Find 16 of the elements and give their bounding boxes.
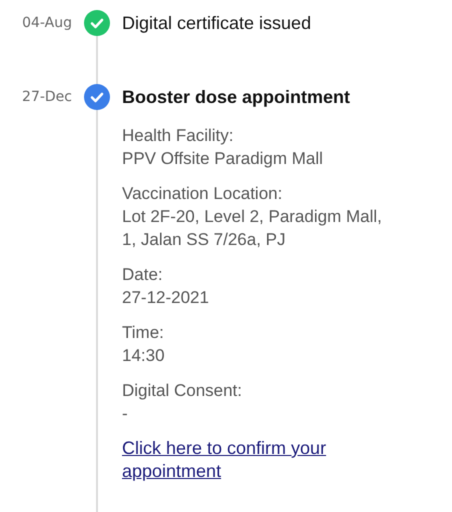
event-date: 27-Dec xyxy=(21,89,72,105)
field-label: Date: xyxy=(122,264,164,286)
field-value: - xyxy=(122,403,129,425)
confirm-appointment-link[interactable]: Click here to confirm your appointment xyxy=(122,437,362,483)
event-date: 04-Aug xyxy=(21,15,72,31)
field-value: PPV Offsite Paradigm Mall xyxy=(122,148,324,170)
field-value: 1, Jalan SS 7/26a, PJ xyxy=(122,229,286,251)
field-value: 14:30 xyxy=(122,345,166,367)
event-title: Booster dose appointment xyxy=(122,86,352,108)
field-value: 27-12-2021 xyxy=(122,287,210,309)
field-label: Digital Consent: xyxy=(122,380,244,402)
field-label: Health Facility: xyxy=(122,125,234,147)
field-label: Time: xyxy=(122,322,165,344)
event-title: Digital certificate issued xyxy=(122,12,312,34)
field-value: Lot 2F-20, Level 2, Paradigm Mall, xyxy=(122,206,383,228)
field-label: Vaccination Location: xyxy=(122,183,284,205)
